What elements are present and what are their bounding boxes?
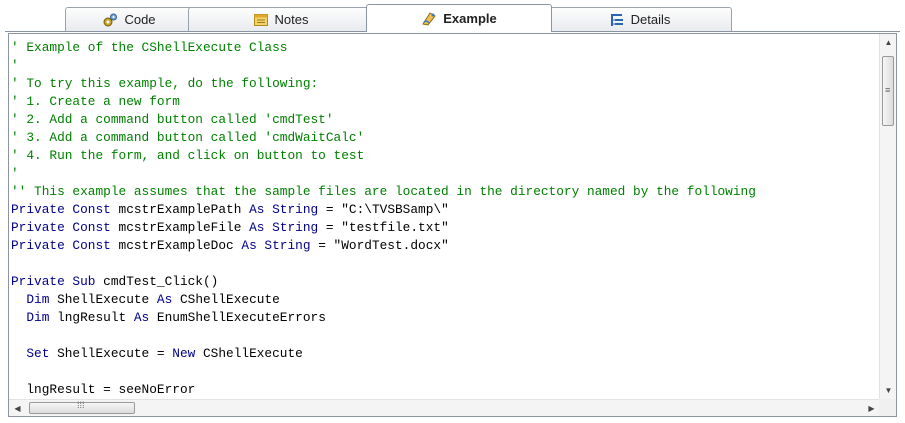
code-line: ' 1. Create a new form	[11, 93, 880, 111]
code-text: mcstrExamplePath	[118, 202, 250, 217]
code-comment: ' To try this example, do the following:	[11, 76, 319, 91]
code-comment: ' 4. Run the form, and click on button t…	[11, 148, 365, 163]
code-keyword: As	[156, 292, 180, 307]
code-comment: ' Example of the CShellExecute Class	[11, 40, 288, 55]
code-text: lngResult	[57, 310, 134, 325]
tab-code-label: Code	[124, 12, 156, 27]
code-comment: '' This example assumes that the sample …	[11, 184, 756, 199]
code-line: ' 4. Run the form, and click on button t…	[11, 147, 880, 165]
code-line: ' To try this example, do the following:	[11, 75, 880, 93]
code-line: Private Const mcstrExamplePath As String…	[11, 201, 880, 219]
code-text: CShellExecute	[203, 346, 303, 361]
vertical-scroll-thumb[interactable]: ≡	[882, 56, 894, 126]
code-line: Private Sub cmdTest_Click()	[11, 273, 880, 291]
tab-notes[interactable]: Notes	[188, 7, 373, 31]
code-text: = "WordTest.docx"	[310, 238, 449, 253]
example-icon	[421, 11, 437, 27]
grip-icon: ⁞⁞⁞	[77, 400, 85, 410]
code-text: = "testfile.txt"	[318, 220, 449, 235]
tab-example[interactable]: Example	[366, 4, 552, 32]
code-keyword: As String	[249, 202, 319, 217]
tab-bar: Code Notes Example Details	[0, 0, 905, 34]
code-line: Private Const mcstrExampleFile As String…	[11, 219, 880, 237]
code-line: '' This example assumes that the sample …	[11, 183, 880, 201]
code-keyword: As String	[241, 238, 311, 253]
code-line: ' 3. Add a command button called 'cmdWai…	[11, 129, 880, 147]
tab-details-label: Details	[630, 12, 671, 27]
code-comment: ' 1. Create a new form	[11, 94, 180, 109]
code-text: = "C:\TVSBSamp\"	[318, 202, 449, 217]
scroll-left-arrow-icon[interactable]: ◀	[9, 400, 26, 416]
vertical-scrollbar[interactable]: ▲ ≡ ▼	[879, 34, 896, 399]
scroll-down-arrow-icon[interactable]: ▼	[880, 382, 896, 399]
tab-notes-label: Notes	[274, 12, 309, 27]
scroll-up-arrow-icon[interactable]: ▲	[880, 34, 896, 51]
code-line: Dim ShellExecute As CShellExecute	[11, 291, 880, 309]
code-keyword: As	[133, 310, 157, 325]
code-text: ShellExecute	[57, 292, 157, 307]
code-keyword: Private Const	[11, 220, 119, 235]
code-line: Private Const mcstrExampleDoc As String …	[11, 237, 880, 255]
code-line: Dim lngResult As EnumShellExecuteErrors	[11, 309, 880, 327]
code-line: '	[11, 57, 880, 75]
code-line: ' 2. Add a command button called 'cmdTes…	[11, 111, 880, 129]
code-text-area[interactable]: ' Example of the CShellExecute Class ' ' T…	[9, 34, 880, 399]
code-comment: '	[11, 166, 19, 181]
details-icon	[609, 12, 625, 28]
code-line: lngResult = seeNoError	[11, 381, 880, 399]
code-keyword: As String	[249, 220, 319, 235]
code-keyword: Set	[11, 346, 58, 361]
code-text: lngResult = seeNoError	[11, 382, 196, 397]
code-line: ' Example of the CShellExecute Class	[11, 39, 880, 57]
code-keyword: Dim	[11, 310, 58, 325]
code-keyword: Private Const	[11, 202, 119, 217]
tab-code[interactable]: Code	[65, 7, 193, 31]
code-text: CShellExecute	[179, 292, 280, 307]
code-keyword: Private Sub	[11, 274, 104, 289]
notes-icon	[253, 12, 269, 28]
code-text: mcstrExampleDoc	[118, 238, 242, 253]
code-editor[interactable]: ' Example of the CShellExecute Class ' ' T…	[8, 33, 897, 417]
tab-example-label: Example	[443, 11, 497, 26]
code-keyword: Dim	[11, 292, 58, 307]
code-comment: ' 3. Add a command button called 'cmdWai…	[11, 130, 365, 145]
grip-icon: ≡	[885, 85, 891, 95]
scrollbar-corner	[879, 399, 896, 416]
scroll-right-arrow-icon[interactable]: ▶	[863, 400, 880, 416]
horizontal-scrollbar[interactable]: ◀ ⁞⁞⁞ ▶	[9, 399, 880, 416]
tab-details[interactable]: Details	[547, 7, 732, 31]
code-text: EnumShellExecuteErrors	[156, 310, 326, 325]
horizontal-scroll-thumb[interactable]: ⁞⁞⁞	[29, 400, 135, 414]
code-line: '	[11, 165, 880, 183]
code-comment: '	[11, 58, 19, 73]
code-keyword: New	[172, 346, 203, 361]
code-text: cmdTest_Click()	[103, 274, 219, 289]
code-icon	[102, 12, 118, 28]
code-text: mcstrExampleFile	[118, 220, 250, 235]
code-text: ShellExecute =	[57, 346, 173, 361]
code-comment: ' 2. Add a command button called 'cmdTes…	[11, 112, 334, 127]
code-keyword: Private Const	[11, 238, 119, 253]
code-line: Set ShellExecute = New CShellExecute	[11, 345, 880, 363]
